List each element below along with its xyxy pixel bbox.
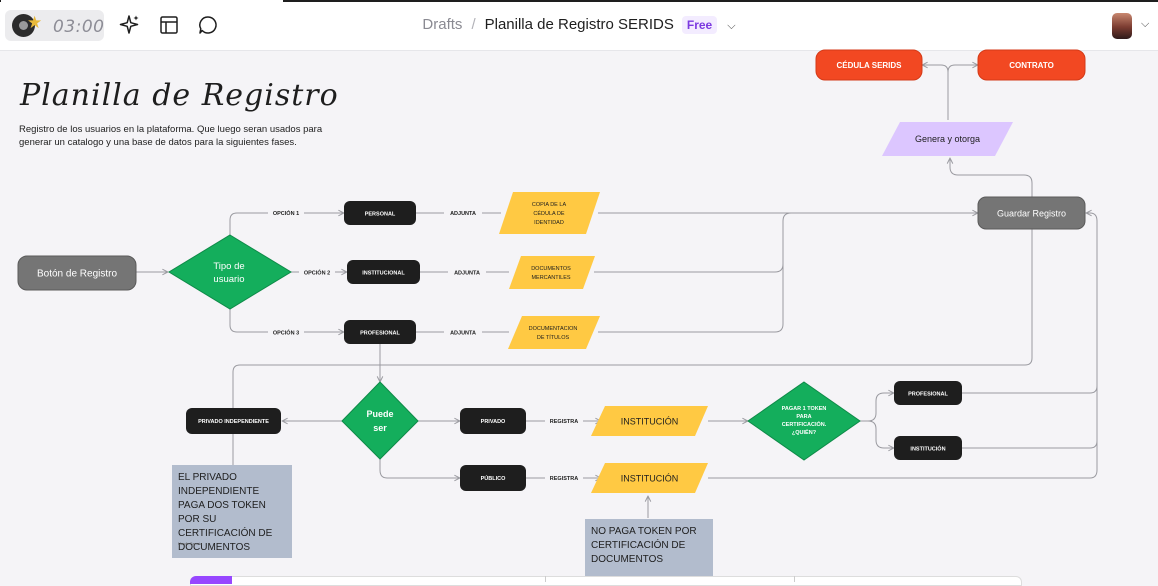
node-institucion-privado[interactable]: INSTITUCIÓN (591, 406, 708, 436)
node-label: PRIVADO (481, 419, 506, 425)
doc-titulos[interactable]: DOCUMENTACION DE TÍTULOS (508, 316, 600, 349)
doc-label-line: DE TÍTULOS (537, 334, 570, 341)
doc-label-line: DOCUMENTACION (529, 326, 578, 332)
node-label: Genera y otorga (915, 134, 980, 144)
option-label: OPCIÓN 1 (273, 209, 299, 217)
node-label: INSTITUCIÓN (621, 474, 679, 484)
node-label: Guardar Registro (997, 209, 1066, 219)
decision-label-line: ser (373, 423, 387, 433)
doc-label-line: IDENTIDAD (534, 220, 564, 226)
doc-label-line: CÉDULA DE (533, 210, 565, 217)
node-profesional[interactable]: PROFESIONAL (344, 320, 416, 344)
start-node-label: Botón de Registro (37, 269, 117, 280)
node-label: INSTITUCIÓN (910, 445, 945, 453)
bottom-toolbar-accent (190, 576, 232, 584)
start-node[interactable]: Botón de Registro (17, 255, 137, 291)
registra-label: REGISTRA (550, 476, 578, 482)
sticky-note-text: NO PAGA TOKEN POR CERTIFICACIÓN DE DOCUM… (591, 526, 697, 565)
node-personal[interactable]: PERSONAL (344, 201, 416, 225)
node-cedula-serids[interactable]: CÉDULA SERIDS (815, 49, 923, 81)
node-out-profesional[interactable]: PROFESIONAL (894, 381, 962, 405)
sticky-note-publico[interactable]: NO PAGA TOKEN POR CERTIFICACIÓN DE DOCUM… (585, 519, 713, 581)
toolbar-divider (794, 576, 795, 582)
adjunta-label: ADJUNTA (450, 331, 476, 337)
node-label: INSTITUCIONAL (362, 271, 405, 277)
decision-label-line: CERTIFICACIÓN. (782, 420, 827, 428)
doc-cedula[interactable]: COPIA DE LA CÉDULA DE IDENTIDAD (499, 192, 600, 234)
decision-label-line: Puede (366, 409, 393, 419)
decision-label-line: ¿QUIÉN? (792, 428, 817, 436)
decision-label-line: usuario (213, 274, 244, 285)
node-privado-independiente[interactable]: PRIVADO INDEPENDIENTE (186, 408, 281, 434)
registra-label: REGISTRA (550, 419, 578, 425)
node-contrato[interactable]: CONTRATO (977, 49, 1086, 81)
node-label: INSTITUCIÓN (621, 417, 679, 427)
doc-label-line: MERCANTILES (531, 275, 570, 281)
decision-pagar-token[interactable]: PAGAR 1 TOKEN PARA CERTIFICACIÓN. ¿QUIÉN… (747, 381, 861, 461)
decision-label-line: PAGAR 1 TOKEN (782, 406, 827, 412)
option-label: OPCIÓN 3 (273, 329, 299, 337)
node-out-institucion[interactable]: INSTITUCIÓN (894, 436, 962, 460)
node-label: PERSONAL (365, 212, 396, 218)
node-guardar-registro[interactable]: Guardar Registro (977, 196, 1086, 230)
node-genera-otorga[interactable]: Genera y otorga (882, 122, 1013, 156)
node-institucion-publico[interactable]: INSTITUCIÓN (591, 463, 708, 493)
toolbar-divider (545, 576, 546, 582)
node-institucional[interactable]: INSTITUCIONAL (347, 260, 420, 284)
decision-puede-ser[interactable]: Puede ser (341, 381, 419, 460)
node-label: PROFESIONAL (908, 392, 948, 398)
adjunta-label: ADJUNTA (450, 211, 476, 217)
decision-tipo-usuario[interactable]: Tipo de usuario (168, 234, 292, 310)
node-privado[interactable]: PRIVADO (460, 408, 526, 434)
adjunta-label: ADJUNTA (454, 271, 480, 277)
node-label: PRIVADO INDEPENDIENTE (198, 419, 269, 425)
decision-label-line: Tipo de (213, 261, 244, 272)
sticky-note-privado[interactable]: EL PRIVADO INDEPENDIENTE PAGA DOS TOKEN … (172, 465, 292, 558)
bottom-toolbar[interactable] (190, 576, 1022, 586)
node-label: PÚBLICO (481, 475, 506, 482)
node-label: PROFESIONAL (360, 331, 400, 337)
doc-label-line: DOCUMENTOS (531, 266, 571, 272)
node-publico[interactable]: PÚBLICO (460, 465, 526, 491)
doc-mercantiles[interactable]: DOCUMENTOS MERCANTILES (509, 256, 595, 289)
node-label: CONTRATO (1009, 61, 1054, 70)
option-label: OPCIÓN 2 (304, 269, 330, 277)
sticky-note-author: Marylin Barreto (178, 542, 202, 546)
node-label: CÉDULA SERIDS (836, 61, 902, 70)
doc-label-line: COPIA DE LA (532, 202, 567, 208)
decision-label-line: PARA (796, 414, 811, 420)
